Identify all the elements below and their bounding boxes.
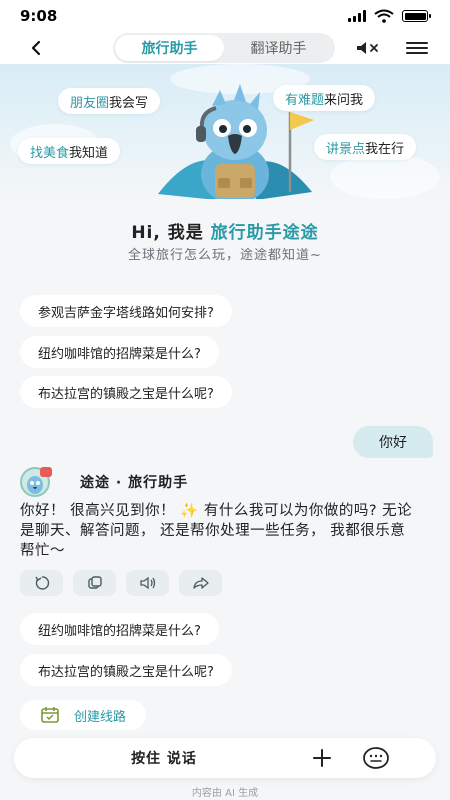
suggestion-chip[interactable]: 纽约咖啡馆的招牌菜是什么? xyxy=(20,336,219,368)
input-bar: 按住 说话 xyxy=(14,738,436,778)
hold-to-talk-button[interactable]: 按住 说话 xyxy=(14,738,314,778)
plus-icon xyxy=(313,749,331,767)
mute-button[interactable] xyxy=(354,36,382,60)
assistant-tabs: 旅行助手 翻译助手 xyxy=(113,33,335,63)
keyboard-icon xyxy=(363,747,389,769)
create-route-button[interactable]: 创建线路 xyxy=(20,700,147,730)
copy-icon xyxy=(87,576,102,589)
bot-name: 途途 · 旅行助手 xyxy=(80,475,189,491)
hero-bubble-sights: 讲景点 我在行 xyxy=(314,134,417,160)
avatar xyxy=(20,467,66,497)
add-button[interactable] xyxy=(310,746,334,770)
back-button[interactable] xyxy=(24,36,48,60)
wifi-icon xyxy=(374,9,394,23)
menu-icon xyxy=(406,42,428,54)
signal-icon xyxy=(348,10,366,22)
bot-message: 你好！ 很高兴见到你！ ✨ 有什么我可以为你做的吗? 无论是聊天、解答问题， 还… xyxy=(20,503,413,559)
assistant-name: 旅行助手途途 xyxy=(210,223,319,243)
chevron-left-icon xyxy=(31,40,41,56)
copy-button[interactable] xyxy=(73,570,116,596)
calendar-icon xyxy=(41,707,59,723)
share-button[interactable] xyxy=(179,570,222,596)
ai-badge-icon xyxy=(40,467,52,477)
create-route-label: 创建线路 xyxy=(74,709,127,725)
suggestion-chip[interactable]: 布达拉宫的镇殿之宝是什么呢? xyxy=(20,376,232,408)
tab-travel-assistant[interactable]: 旅行助手 xyxy=(115,35,224,61)
hero-banner: 朋友圈 我会写 有难题 来问我 找美食 我知道 讲景点 我在行 xyxy=(0,64,450,199)
tab-translate-assistant[interactable]: 翻译助手 xyxy=(224,35,333,61)
suggestion-chip[interactable]: 参观吉萨金字塔线路如何安排? xyxy=(20,295,232,327)
top-nav: 旅行助手 翻译助手 xyxy=(0,32,450,64)
speaker-icon xyxy=(139,576,155,590)
menu-button[interactable] xyxy=(404,36,430,60)
read-aloud-button[interactable] xyxy=(126,570,169,596)
greeting-title: Hi, 我是 旅行助手途途 xyxy=(131,223,319,243)
followup-chip[interactable]: 布达拉宫的镇殿之宝是什么呢? xyxy=(20,654,232,686)
followup-chip[interactable]: 纽约咖啡馆的招牌菜是什么? xyxy=(20,613,219,645)
status-time: 9:08 xyxy=(20,7,58,25)
hero-bubble-food: 找美食 我知道 xyxy=(18,138,121,164)
refresh-icon xyxy=(34,576,49,590)
user-message-bubble: 你好 xyxy=(353,426,433,458)
greeting-subtitle: 全球旅行怎么玩，途途都知道~ xyxy=(128,248,322,263)
share-icon xyxy=(192,577,209,589)
hero-bubble-moments: 朋友圈 我会写 xyxy=(58,88,161,114)
regenerate-button[interactable] xyxy=(20,570,63,596)
bot-header: 途途 · 旅行助手 xyxy=(20,466,188,498)
message-actions xyxy=(20,570,222,596)
speaker-muted-icon xyxy=(357,42,378,54)
parrot-mascot-illustration xyxy=(158,84,314,199)
status-icons xyxy=(348,9,431,23)
status-bar: 9:08 xyxy=(0,0,450,32)
battery-icon xyxy=(402,10,431,22)
keyboard-toggle-button[interactable] xyxy=(362,745,390,771)
ai-disclaimer: 内容由 AI 生成 xyxy=(191,788,259,799)
